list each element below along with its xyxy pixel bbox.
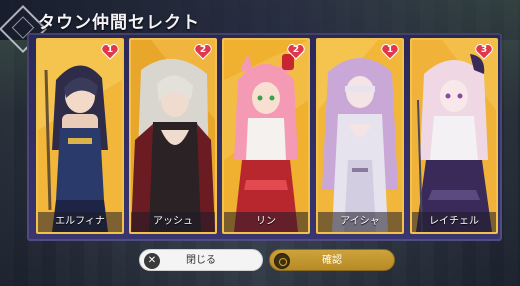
companion-card-aisha[interactable]: 1 アイシャ	[316, 38, 404, 234]
character-portrait	[224, 40, 308, 232]
affection-heart-icon: 1	[381, 43, 399, 60]
character-portrait	[412, 40, 496, 232]
confirm-button[interactable]: 確認	[269, 249, 395, 271]
affection-level: 1	[386, 45, 394, 55]
companion-card-ash[interactable]: 2 アッシュ	[129, 38, 217, 234]
companion-card-rin[interactable]: 2 リン	[222, 38, 310, 234]
affection-heart-icon: 2	[287, 43, 305, 60]
companion-name: リン	[224, 212, 308, 232]
companion-card-elfina[interactable]: 1 エルフィナ	[36, 38, 124, 234]
companion-name: レイチェル	[412, 212, 496, 232]
companion-name: アッシュ	[131, 212, 215, 232]
affection-heart-icon: 2	[194, 43, 212, 60]
circle-icon	[274, 253, 290, 269]
character-portrait	[318, 40, 402, 232]
confirm-button-label: 確認	[322, 255, 342, 266]
character-portrait	[131, 40, 215, 232]
affection-level: 3	[480, 45, 488, 55]
close-button[interactable]: ✕ 閉じる	[139, 249, 263, 271]
page-title: タウン仲間セレクト	[38, 13, 200, 33]
affection-level: 2	[199, 45, 207, 55]
affection-level: 2	[292, 45, 300, 55]
companion-name: エルフィナ	[38, 212, 122, 232]
character-portrait	[38, 40, 122, 232]
companion-card-rachel[interactable]: 3 レイチェル	[410, 38, 498, 234]
affection-level: 1	[106, 45, 114, 55]
companion-name: アイシャ	[318, 212, 402, 232]
affection-heart-icon: 1	[101, 43, 119, 60]
affection-heart-icon: 3	[475, 43, 493, 60]
close-button-label: 閉じる	[186, 255, 216, 266]
close-icon: ✕	[144, 253, 160, 269]
